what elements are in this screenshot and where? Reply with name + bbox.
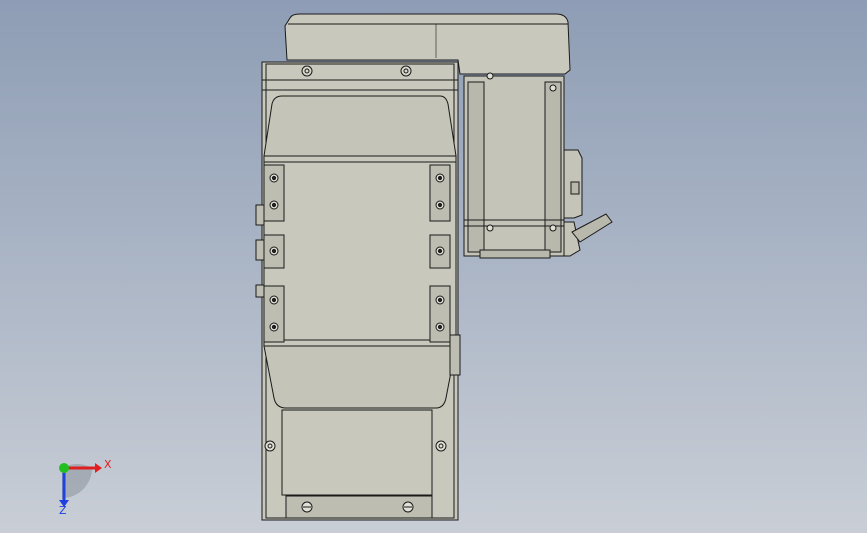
x-axis-arrow bbox=[95, 463, 102, 473]
carriage-plate bbox=[263, 155, 457, 347]
actuator-model[interactable] bbox=[255, 13, 613, 521]
cad-model-view[interactable]: X Z bbox=[0, 0, 867, 533]
mounting-bracket-left-mid bbox=[263, 234, 285, 269]
mounting-bracket-right-mid bbox=[429, 234, 451, 269]
mounting-bracket-left-top bbox=[263, 164, 285, 222]
bottom-section bbox=[264, 409, 447, 519]
y-axis-dot bbox=[59, 463, 69, 473]
x-axis-label: X bbox=[104, 458, 112, 471]
mounting-bracket-left-bottom bbox=[263, 285, 285, 343]
motor-cable bbox=[571, 213, 613, 243]
mounting-bracket-right-bottom bbox=[429, 285, 451, 343]
cad-viewport[interactable]: X Z bbox=[0, 0, 867, 533]
upper-panel bbox=[263, 95, 457, 157]
z-axis-label: Z bbox=[59, 504, 67, 517]
right-side-clip bbox=[449, 334, 461, 376]
axis-triad: X Z bbox=[59, 458, 112, 517]
lower-panel bbox=[263, 345, 457, 409]
servo-motor bbox=[463, 72, 565, 259]
mounting-bracket-right-top bbox=[429, 164, 451, 222]
